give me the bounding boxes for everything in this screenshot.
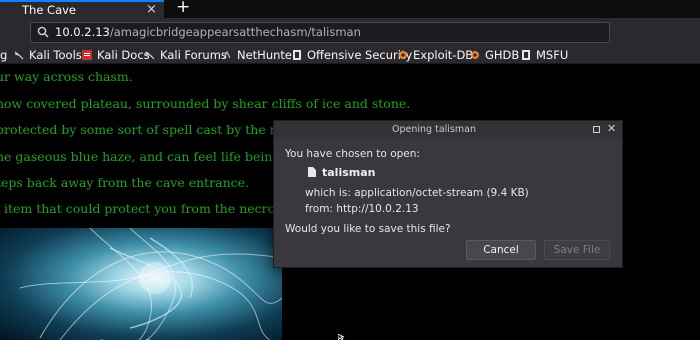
bookmark-kali-forums[interactable]: Kali Forums <box>145 48 227 62</box>
exploit-db-icon <box>399 51 407 59</box>
url-path: /amagicbridgeappearsatthechasm/talisman <box>109 25 361 39</box>
bookmark-partial[interactable]: g <box>0 48 7 62</box>
url-bar[interactable]: 10.0.2.13/amagicbridgeappearsatthechasm/… <box>30 22 610 43</box>
bookmark-label: MSFU <box>536 48 569 62</box>
bookmark-label: Kali Docs <box>97 48 150 62</box>
new-tab-icon[interactable]: + <box>176 0 190 16</box>
close-tab-icon[interactable]: × <box>146 2 157 18</box>
bookmark-nethunter[interactable]: NetHunter <box>222 48 297 62</box>
kali-dragon-icon <box>14 51 24 60</box>
bookmark-msfu[interactable]: MSFU <box>521 48 568 62</box>
file-icon <box>308 167 316 177</box>
ghdb-icon <box>471 51 479 59</box>
story-line: he gaseous blue haze, and can feel life … <box>0 149 306 164</box>
bookmark-label: Kali Forums <box>160 48 227 62</box>
bookmark-label: Exploit-DB <box>413 48 474 62</box>
tab-the-cave[interactable]: The Cave × <box>0 0 164 18</box>
mouse-pointer-icon <box>338 334 345 340</box>
dialog-title: Opening talisman <box>392 124 476 135</box>
bookmark-label: Kali Tools <box>29 48 82 62</box>
file-type: which is: application/octet-stream (9.4 … <box>305 187 529 199</box>
bookmark-label: NetHunter <box>237 48 297 62</box>
artwork-swirls <box>19 228 282 340</box>
offsec-icon <box>293 50 301 60</box>
bookmark-exploit-db[interactable]: Exploit-DB <box>398 48 473 62</box>
close-icon[interactable]: ✕ <box>607 122 616 136</box>
tab-title: The Cave <box>22 3 77 17</box>
story-line: teps back away from the cave entrance. <box>0 175 250 190</box>
bookmark-label: g <box>0 48 8 62</box>
bookmark-offensive-security[interactable]: Offensive Security <box>292 48 412 62</box>
save-file-button[interactable]: Save File <box>544 240 610 260</box>
bookmark-label: Offensive Security <box>307 48 413 62</box>
navigation-bar: 10.0.2.13/amagicbridgeappearsatthechasm/… <box>0 18 700 46</box>
file-source: from: http://10.0.2.13 <box>305 203 419 215</box>
bookmark-label: GHDB <box>485 48 520 62</box>
bookmark-kali-docs[interactable]: Kali Docs <box>82 48 150 62</box>
bookmarks-toolbar: g Kali Tools Kali Docs Kali Forums NetHu… <box>0 46 700 64</box>
dialog-intro: You have chosen to open: <box>285 148 420 160</box>
maximize-icon[interactable] <box>593 126 600 133</box>
dialog-titlebar[interactable]: Opening talisman ✕ <box>274 121 622 139</box>
story-line: ur way across chasm. <box>0 69 133 84</box>
cancel-button[interactable]: Cancel <box>466 240 536 260</box>
url-text[interactable]: 10.0.2.13/amagicbridgeappearsatthechasm/… <box>55 25 361 39</box>
nethunter-icon <box>223 50 231 59</box>
opening-file-dialog: Opening talisman ✕ You have chosen to op… <box>273 120 623 268</box>
url-host: 10.0.2.13 <box>55 25 110 39</box>
tab-strip: The Cave × + <box>0 0 700 18</box>
file-name: talisman <box>322 166 376 179</box>
bookmark-ghdb[interactable]: GHDB <box>470 48 519 62</box>
story-line: protected by some sort of spell cast by … <box>0 122 314 137</box>
talisman-artwork <box>0 228 282 340</box>
story-line: l item that could protect you from the n… <box>0 201 310 216</box>
kali-docs-icon <box>82 50 92 60</box>
kali-dragon-icon <box>145 51 155 60</box>
story-line: now covered plateau, surrounded by shear… <box>0 96 411 111</box>
save-question: Would you like to save this file? <box>285 223 451 235</box>
bookmark-kali-tools[interactable]: Kali Tools <box>14 48 82 62</box>
site-info-icon[interactable] <box>37 26 49 38</box>
msfu-icon <box>522 50 530 60</box>
